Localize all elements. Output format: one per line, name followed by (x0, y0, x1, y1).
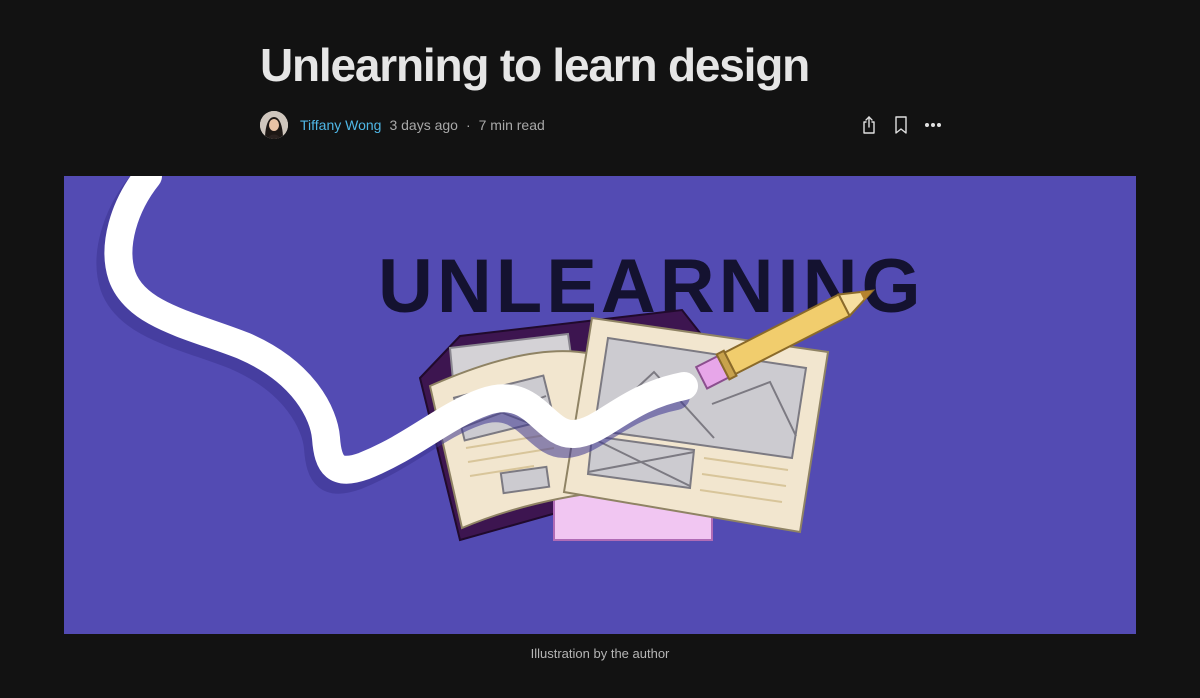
share-icon (863, 116, 875, 134)
published-date: 3 days ago (389, 117, 458, 133)
byline: Tiffany Wong 3 days ago · 7 min read (260, 110, 545, 140)
hero-caption: Illustration by the author (530, 646, 670, 661)
more-icon (925, 123, 941, 127)
bookmark-button[interactable] (888, 112, 914, 138)
author-avatar[interactable] (260, 111, 288, 139)
read-time: 7 min read (478, 117, 545, 133)
more-options-button[interactable] (920, 112, 946, 138)
share-button[interactable] (856, 112, 882, 138)
article-title: Unlearning to learn design (260, 39, 810, 91)
author-name-link[interactable]: Tiffany Wong (300, 117, 381, 133)
article-page: Unlearning to learn design Tiffany Wong … (0, 0, 1200, 698)
hero-illustration: UNLEARNING (64, 176, 1136, 634)
article-actions (856, 112, 946, 138)
bookmark-icon (895, 116, 907, 134)
meta-separator: · (465, 117, 471, 133)
